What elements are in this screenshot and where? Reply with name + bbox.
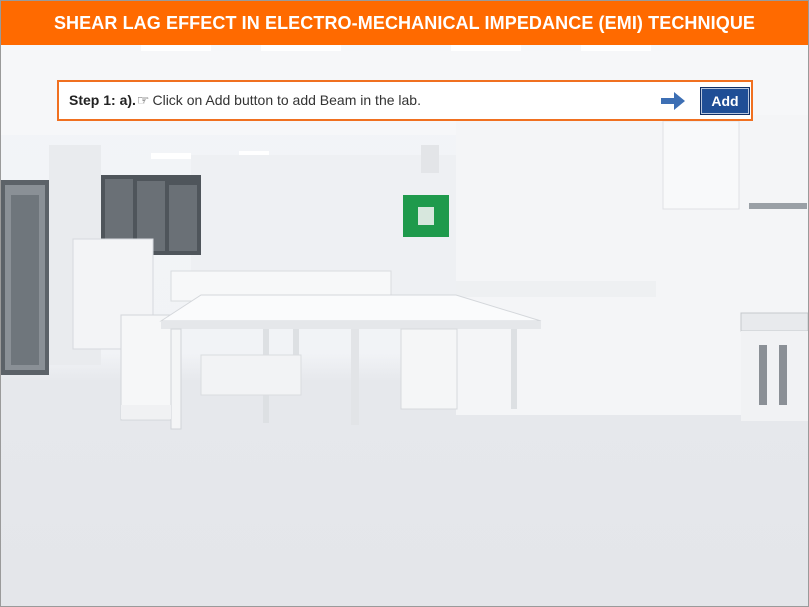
add-button[interactable]: Add	[700, 87, 750, 115]
instruction-message: Click on Add button to add Beam in the l…	[152, 92, 421, 108]
app-frame: SHEAR LAG EFFECT IN ELECTRO-MECHANICAL I…	[0, 0, 809, 607]
lab-background-image	[1, 45, 808, 606]
pointing-hand-icon: ☞	[136, 92, 150, 108]
right-arrow-icon	[661, 92, 685, 110]
instruction-text: Step 1: a).☞ Click on Add button to add B…	[69, 82, 421, 119]
lab-room-illustration	[1, 45, 808, 430]
instruction-panel: Step 1: a).☞ Click on Add button to add B…	[57, 80, 753, 121]
page-title: SHEAR LAG EFFECT IN ELECTRO-MECHANICAL I…	[1, 1, 808, 45]
step-label: Step 1: a).	[69, 92, 136, 108]
